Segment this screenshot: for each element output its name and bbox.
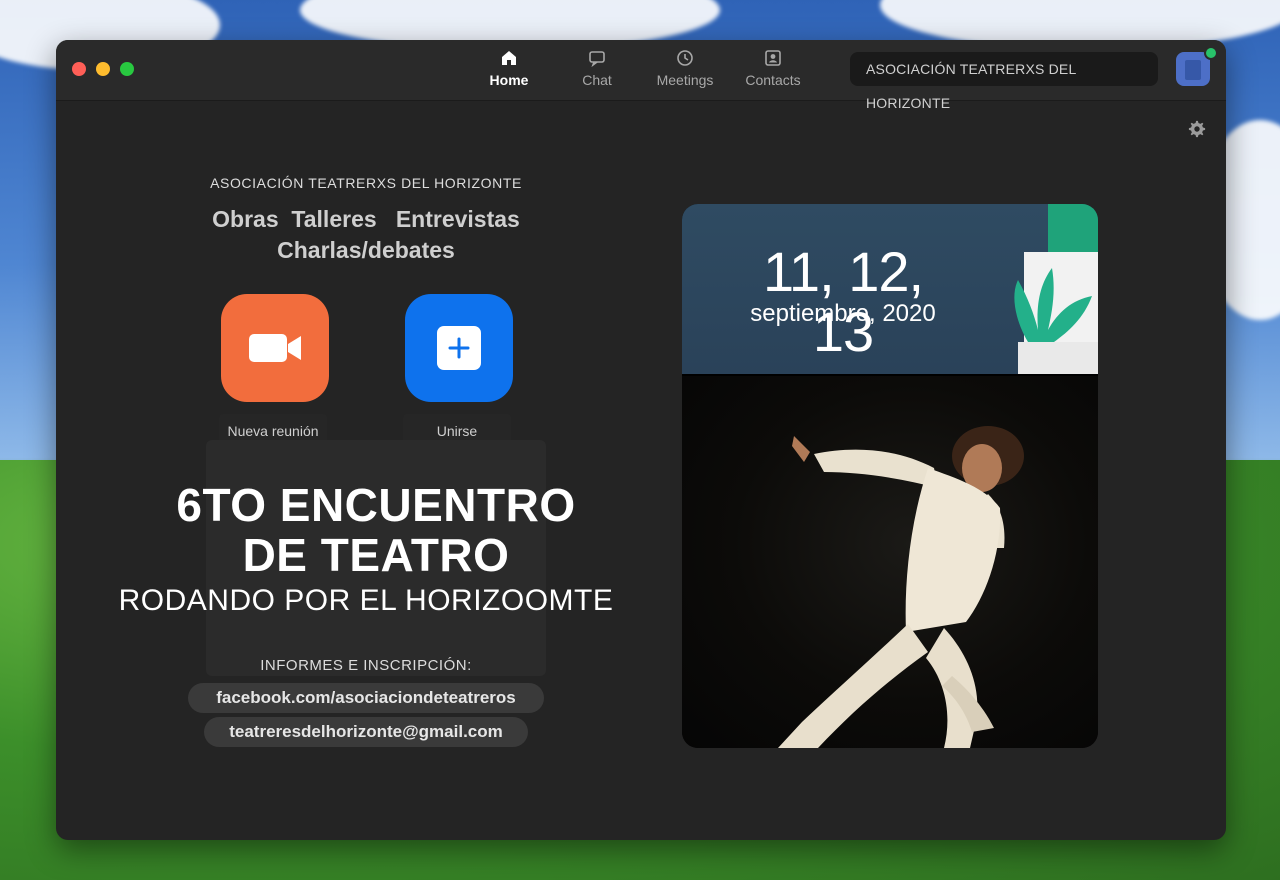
video-camera-icon: [249, 334, 301, 362]
dancer-image: [778, 426, 1024, 748]
title-bar: Home Chat Meetings Contacts ASOCIACIÓN T…: [56, 40, 1226, 111]
event-month-year: septiembre, 2020: [750, 300, 936, 327]
tab-home[interactable]: Home: [464, 48, 554, 96]
event-subtitle: RODANDO POR EL HORIZOOMTE: [118, 584, 614, 617]
facebook-link[interactable]: facebook.com/asociaciondeteatreros: [188, 683, 544, 713]
topics-list: Obras Talleres Entrevistas Charlas/debat…: [176, 204, 556, 266]
event-poster: 11, 12, 13 septiembre, 2020: [682, 204, 1098, 748]
clock-icon: [677, 50, 693, 66]
topics-line-2: Charlas/debates: [277, 237, 455, 263]
topics-line-1: Obras Talleres Entrevistas: [212, 206, 520, 232]
tab-home-label: Home: [489, 72, 529, 88]
zoom-button[interactable]: [120, 62, 134, 76]
plus-icon: [437, 326, 481, 370]
search-input[interactable]: ASOCIACIÓN TEATRERXS DEL HORIZONTE: [850, 52, 1158, 111]
tab-chat[interactable]: Chat: [552, 48, 642, 96]
gear-icon[interactable]: [1188, 120, 1206, 138]
event-title-line-1: 6TO ENCUENTRO: [176, 479, 576, 531]
info-heading: INFORMES E INSCRIPCIÓN:: [260, 657, 472, 674]
contacts-icon: [765, 50, 781, 66]
tab-chat-label: Chat: [582, 72, 612, 88]
organization-name: ASOCIACIÓN TEATRERXS DEL HORIZONTE: [210, 175, 522, 191]
minimize-button[interactable]: [96, 62, 110, 76]
new-meeting-button[interactable]: [221, 294, 329, 402]
event-title-line-2: DE TEATRO: [242, 529, 510, 581]
close-button[interactable]: [72, 62, 86, 76]
tab-contacts[interactable]: Contacts: [728, 48, 818, 96]
online-status-badge: [1204, 46, 1218, 60]
app-window: Home Chat Meetings Contacts ASOCIACIÓN T…: [56, 40, 1226, 840]
join-button[interactable]: [405, 294, 513, 402]
poster-header: 11, 12, 13 septiembre, 2020: [682, 204, 1098, 374]
tab-contacts-label: Contacts: [745, 72, 801, 88]
email-link[interactable]: teatreresdelhorizonte@gmail.com: [204, 717, 528, 747]
tab-meetings[interactable]: Meetings: [640, 48, 730, 96]
event-title: 6TO ENCUENTRO DE TEATRO: [116, 480, 636, 580]
home-icon: [502, 51, 516, 65]
plant-illustration: [1014, 204, 1098, 374]
poster-photo: [682, 376, 1098, 748]
chat-icon: [589, 51, 605, 68]
tab-meetings-label: Meetings: [656, 72, 714, 88]
